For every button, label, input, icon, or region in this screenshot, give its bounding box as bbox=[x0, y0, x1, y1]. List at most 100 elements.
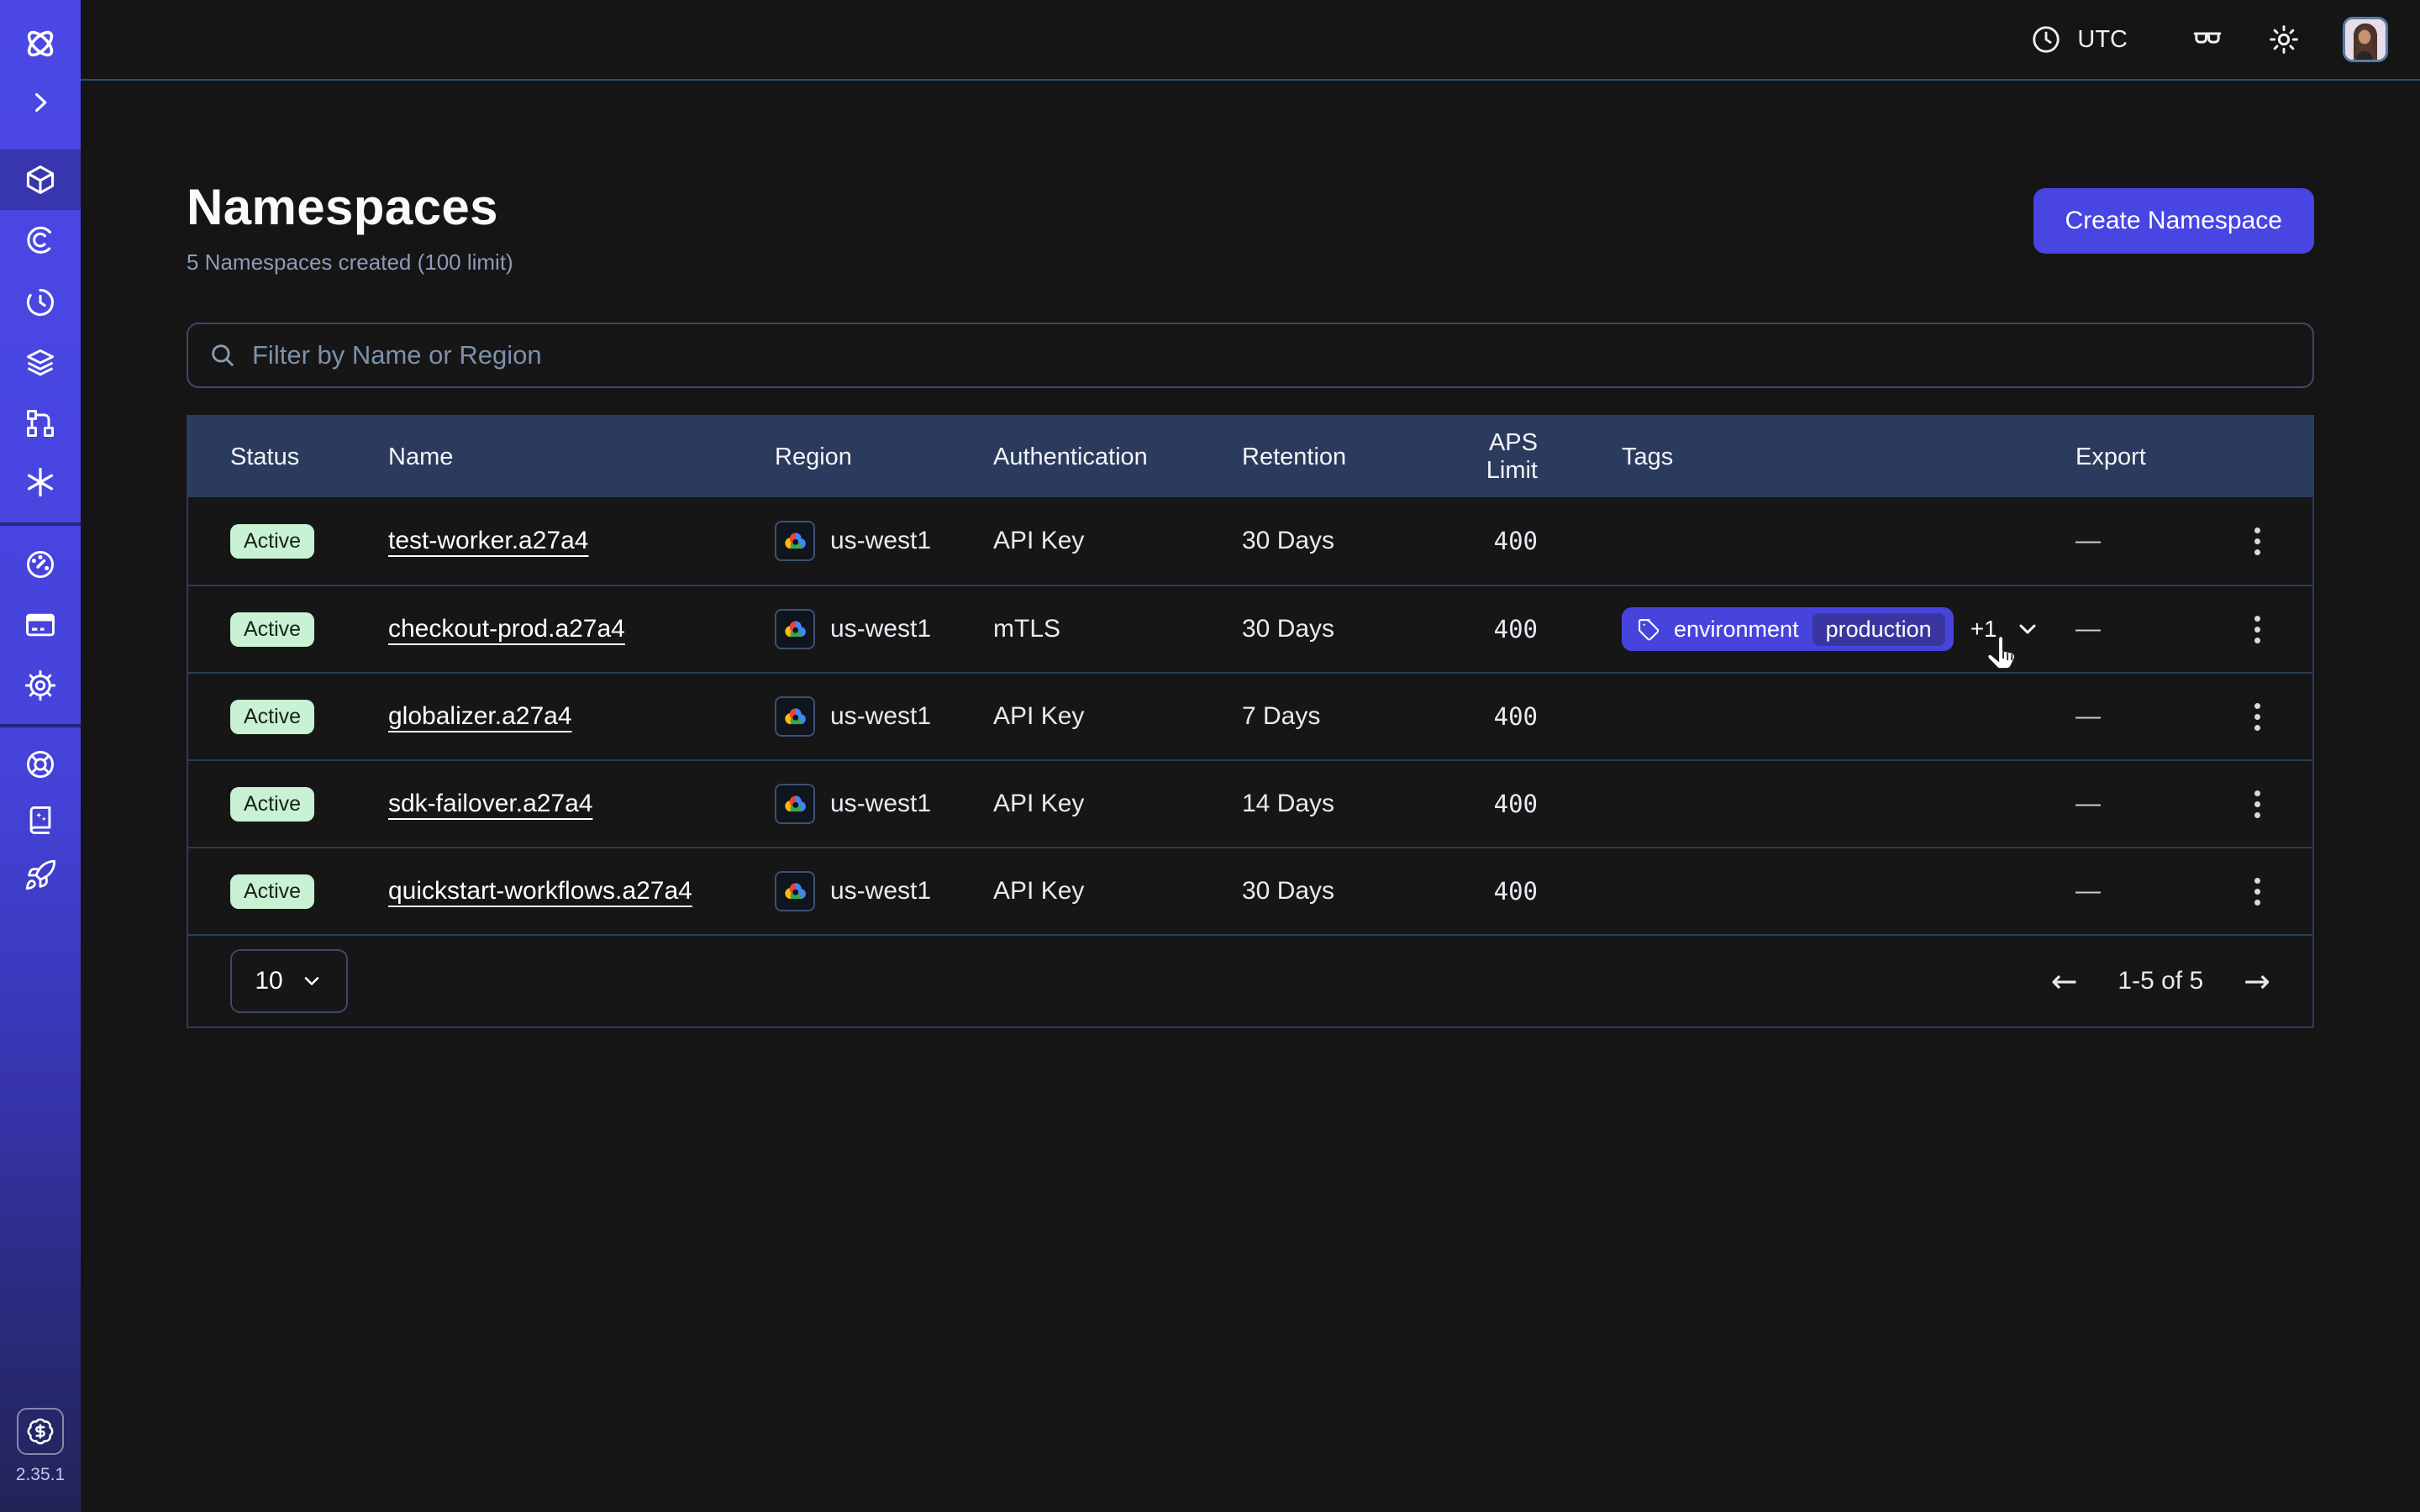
export-value: — bbox=[2075, 702, 2203, 731]
main-content: Namespaces 5 Namespaces created (100 lim… bbox=[81, 81, 2420, 1512]
sidebar-item-batch-operations[interactable] bbox=[0, 393, 81, 454]
export-value: — bbox=[2075, 615, 2203, 643]
sidebar: 2.35.1 bbox=[0, 0, 81, 1512]
create-namespace-button[interactable]: Create Namespace bbox=[2033, 188, 2314, 254]
column-header-tags: Tags bbox=[1538, 444, 2075, 471]
sidebar-item-namespaces[interactable] bbox=[0, 150, 81, 210]
tags-expand-chevron-icon[interactable] bbox=[2014, 616, 2041, 643]
retention-label: 7 Days bbox=[1242, 702, 1432, 731]
namespace-name-link[interactable]: sdk-failover.a27a4 bbox=[388, 790, 593, 817]
row-actions-kebab-menu[interactable] bbox=[2244, 517, 2270, 565]
timezone-selector[interactable]: UTC bbox=[2030, 24, 2128, 55]
tag-icon bbox=[1637, 617, 1660, 641]
sidebar-item-usage[interactable] bbox=[0, 534, 81, 595]
authentication-label: API Key bbox=[993, 877, 1242, 906]
namespace-name-link[interactable]: test-worker.a27a4 bbox=[388, 527, 588, 554]
row-actions-kebab-menu[interactable] bbox=[2244, 868, 2270, 916]
region-label: us-west1 bbox=[830, 790, 931, 818]
sidebar-item-support[interactable] bbox=[0, 734, 81, 795]
status-badge: Active bbox=[230, 524, 314, 559]
region-label: us-west1 bbox=[830, 527, 931, 555]
row-actions-kebab-menu[interactable] bbox=[2244, 780, 2270, 828]
status-badge: Active bbox=[230, 700, 314, 734]
retention-label: 30 Days bbox=[1242, 527, 1432, 555]
page-title: Namespaces bbox=[187, 178, 513, 236]
pagination-bar: 10 ← 1-5 of 5 → bbox=[188, 934, 2312, 1026]
authentication-label: API Key bbox=[993, 702, 1242, 731]
sidebar-divider bbox=[0, 724, 81, 727]
clock-icon bbox=[2030, 24, 2062, 55]
tag-chip[interactable]: environment production bbox=[1622, 607, 1954, 651]
export-value: — bbox=[2075, 527, 2203, 555]
temporal-logo[interactable] bbox=[0, 13, 81, 74]
sidebar-item-billing[interactable] bbox=[0, 595, 81, 655]
export-value: — bbox=[2075, 790, 2203, 818]
namespaces-table: Status Name Region Authentication Retent… bbox=[187, 415, 2314, 1028]
search-icon bbox=[208, 341, 237, 370]
topbar: UTC bbox=[81, 0, 2420, 81]
column-header-name: Name bbox=[388, 444, 775, 471]
column-header-retention: Retention bbox=[1242, 444, 1432, 471]
sidebar-item-workflows[interactable] bbox=[0, 210, 81, 270]
column-header-aps-limit: APS Limit bbox=[1432, 429, 1538, 485]
column-header-status: Status bbox=[230, 444, 388, 471]
sidebar-item-nexus[interactable] bbox=[0, 452, 81, 512]
filter-input[interactable] bbox=[252, 340, 2292, 370]
namespace-name-link[interactable]: checkout-prod.a27a4 bbox=[388, 615, 625, 643]
sidebar-item-settings[interactable] bbox=[0, 655, 81, 716]
column-header-region: Region bbox=[775, 444, 993, 471]
status-badge: Active bbox=[230, 612, 314, 647]
sidebar-item-deployments[interactable] bbox=[0, 333, 81, 393]
page-size-select[interactable]: 10 bbox=[230, 949, 348, 1013]
row-actions-kebab-menu[interactable] bbox=[2244, 693, 2270, 741]
aps-limit-value: 400 bbox=[1432, 790, 1538, 818]
region-label: us-west1 bbox=[830, 615, 931, 643]
filter-bar bbox=[187, 323, 2314, 388]
region-label: us-west1 bbox=[830, 877, 931, 906]
next-page-button[interactable]: → bbox=[2244, 963, 2270, 1000]
theme-sun-icon[interactable] bbox=[2267, 23, 2301, 56]
app-version: 2.35.1 bbox=[0, 1465, 81, 1485]
tags-cell: environment production +1 bbox=[1538, 607, 2075, 651]
pricing-dollar-badge-icon[interactable] bbox=[17, 1408, 64, 1455]
column-header-export: Export bbox=[2075, 444, 2203, 471]
row-actions-kebab-menu[interactable] bbox=[2244, 606, 2270, 654]
chevron-down-icon bbox=[300, 969, 324, 993]
retention-label: 14 Days bbox=[1242, 790, 1432, 818]
region-label: us-west1 bbox=[830, 702, 931, 731]
gcp-cloud-icon bbox=[775, 784, 815, 824]
retention-label: 30 Days bbox=[1242, 877, 1432, 906]
avatar[interactable] bbox=[2343, 17, 2388, 62]
status-badge: Active bbox=[230, 787, 314, 822]
page-header: Namespaces 5 Namespaces created (100 lim… bbox=[187, 178, 2314, 276]
namespace-name-link[interactable]: quickstart-workflows.a27a4 bbox=[388, 877, 692, 905]
retention-label: 30 Days bbox=[1242, 615, 1432, 643]
page-size-value: 10 bbox=[255, 967, 282, 995]
expand-chevron-icon[interactable] bbox=[0, 72, 81, 133]
namespace-count-subtitle: 5 Namespaces created (100 limit) bbox=[187, 249, 513, 276]
table-row: Active checkout-prod.a27a4 us-west1 mTLS… bbox=[188, 585, 2312, 672]
table-row: Active quickstart-workflows.a27a4 us-wes… bbox=[188, 847, 2312, 934]
table-row: Active globalizer.a27a4 us-west1 API Key… bbox=[188, 672, 2312, 759]
table-header-row: Status Name Region Authentication Retent… bbox=[188, 417, 2312, 497]
glasses-icon[interactable] bbox=[2190, 22, 2225, 57]
aps-limit-value: 400 bbox=[1432, 527, 1538, 555]
previous-page-button[interactable]: ← bbox=[2051, 963, 2078, 1000]
pagination-range-label: 1-5 of 5 bbox=[2118, 967, 2203, 995]
sidebar-divider bbox=[0, 522, 81, 526]
sidebar-item-schedules[interactable] bbox=[0, 272, 81, 333]
authentication-label: mTLS bbox=[993, 615, 1242, 643]
table-body: Active test-worker.a27a4 us-west1 API Ke… bbox=[188, 497, 2312, 934]
sidebar-item-getting-started[interactable] bbox=[0, 845, 81, 906]
gcp-cloud-icon bbox=[775, 609, 815, 649]
namespace-name-link[interactable]: globalizer.a27a4 bbox=[388, 702, 572, 730]
authentication-label: API Key bbox=[993, 790, 1242, 818]
tag-value: production bbox=[1812, 613, 1945, 646]
aps-limit-value: 400 bbox=[1432, 615, 1538, 643]
table-row: Active sdk-failover.a27a4 us-west1 API K… bbox=[188, 759, 2312, 847]
aps-limit-value: 400 bbox=[1432, 702, 1538, 731]
gcp-cloud-icon bbox=[775, 871, 815, 911]
sidebar-item-docs[interactable] bbox=[0, 790, 81, 850]
authentication-label: API Key bbox=[993, 527, 1242, 555]
gcp-cloud-icon bbox=[775, 521, 815, 561]
